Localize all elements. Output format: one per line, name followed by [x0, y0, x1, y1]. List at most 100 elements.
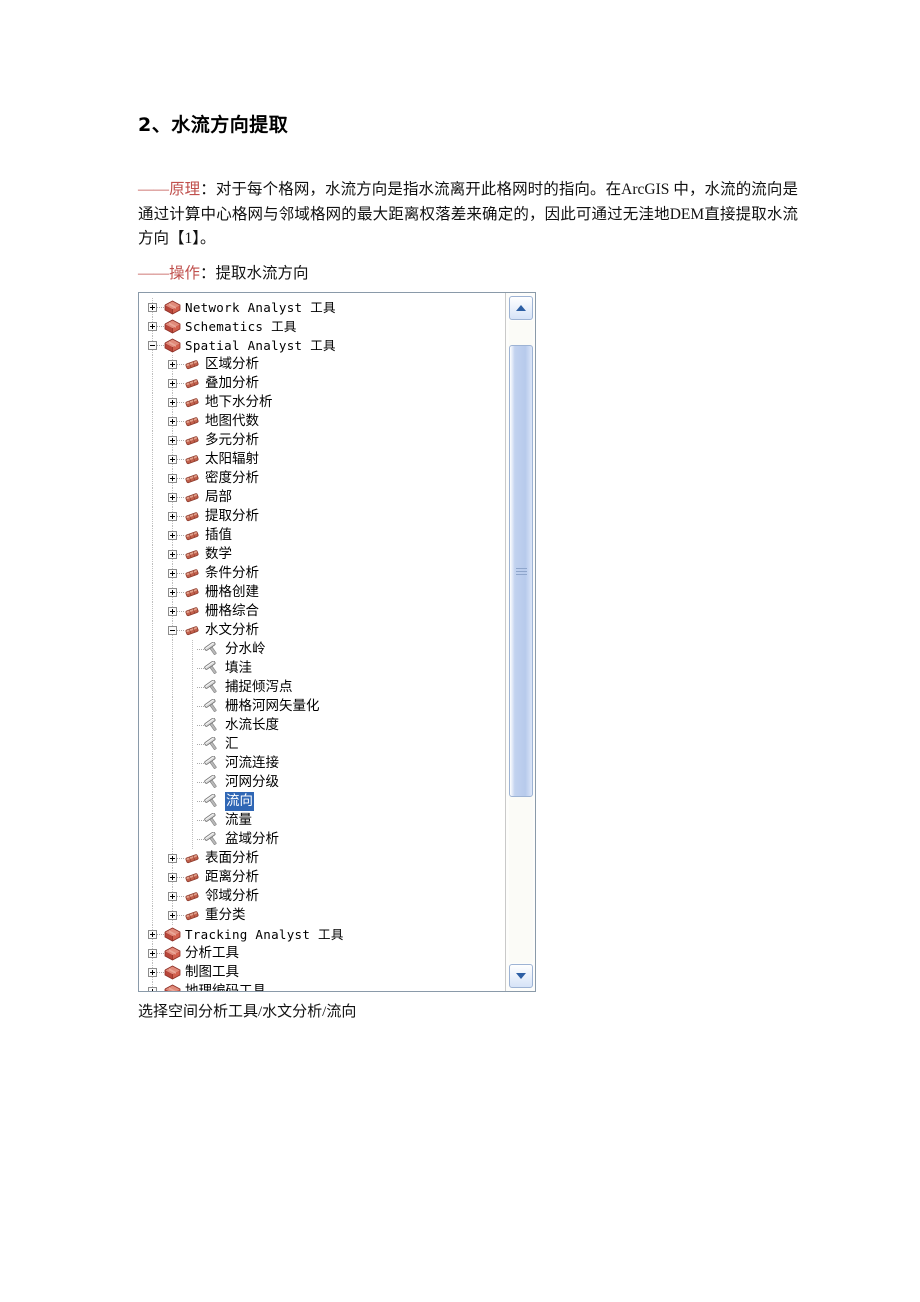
tree-row[interactable]: Spatial Analyst 工具 [139, 336, 506, 355]
expand-plus-icon[interactable] [168, 854, 177, 863]
tree-row[interactable]: 流量 [139, 811, 506, 830]
tree-item-label[interactable]: 河网分级 [225, 773, 279, 792]
tree-row[interactable]: 分水岭 [139, 640, 506, 659]
tree-item-label[interactable]: 填洼 [225, 659, 252, 678]
tree-item-label[interactable]: 栅格河网矢量化 [225, 697, 320, 716]
tree-row[interactable]: 表面分析 [139, 849, 506, 868]
expand-plus-icon[interactable] [168, 607, 177, 616]
tree-row[interactable]: 密度分析 [139, 469, 506, 488]
tree-item-label[interactable]: 重分类 [205, 906, 246, 925]
tree-item-label[interactable]: 地理编码工具 [185, 982, 266, 991]
expand-plus-icon[interactable] [148, 930, 157, 939]
tree-item-label[interactable]: 太阳辐射 [205, 450, 259, 469]
expand-plus-icon[interactable] [168, 873, 177, 882]
expand-plus-icon[interactable] [168, 911, 177, 920]
arctoolbox-panel[interactable]: Network Analyst 工具 Schematics 工具 Spatial A… [138, 292, 536, 992]
expand-plus-icon[interactable] [168, 493, 177, 502]
expand-plus-icon[interactable] [148, 303, 157, 312]
tree-row[interactable]: 局部 [139, 488, 506, 507]
tree-row[interactable]: 汇 [139, 735, 506, 754]
tree-item-label[interactable]: 局部 [205, 488, 232, 507]
tree-row[interactable]: 盆域分析 [139, 830, 506, 849]
tree-row[interactable]: 栅格河网矢量化 [139, 697, 506, 716]
tree-row[interactable]: 分析工具 [139, 944, 506, 963]
expand-plus-icon[interactable] [168, 550, 177, 559]
expand-plus-icon[interactable] [168, 417, 177, 426]
tree-row[interactable]: 叠加分析 [139, 374, 506, 393]
tree-item-label[interactable]: 分析工具 [185, 944, 239, 963]
tree-item-label[interactable]: 条件分析 [205, 564, 259, 583]
scrollbar-thumb[interactable] [509, 345, 533, 797]
tree-item-label[interactable]: 叠加分析 [205, 374, 259, 393]
tree-item-label[interactable]: 河流连接 [225, 754, 279, 773]
expand-plus-icon[interactable] [148, 322, 157, 331]
tree-item-label[interactable]: 多元分析 [205, 431, 259, 450]
expand-plus-icon[interactable] [148, 949, 157, 958]
expand-plus-icon[interactable] [168, 474, 177, 483]
collapse-minus-icon[interactable] [148, 341, 157, 350]
tree-row[interactable]: 水文分析 [139, 621, 506, 640]
expand-plus-icon[interactable] [168, 455, 177, 464]
tree-row[interactable]: 流向 [139, 792, 506, 811]
tree-item-label[interactable]: 密度分析 [205, 469, 259, 488]
tree-item-label[interactable]: 分水岭 [225, 640, 266, 659]
tree-item-label[interactable]: Schematics 工具 [185, 317, 297, 336]
tree-row[interactable]: 太阳辐射 [139, 450, 506, 469]
tree-row[interactable]: Schematics 工具 [139, 317, 506, 336]
tree-item-label[interactable]: Spatial Analyst 工具 [185, 336, 336, 355]
tree-row[interactable]: 提取分析 [139, 507, 506, 526]
tree-item-label[interactable]: 盆域分析 [225, 830, 279, 849]
tree-item-label[interactable]: Tracking Analyst 工具 [185, 925, 344, 944]
expand-plus-icon[interactable] [168, 379, 177, 388]
tree-item-label[interactable]: 数学 [205, 545, 232, 564]
expand-plus-icon[interactable] [168, 569, 177, 578]
tree-row[interactable]: 水流长度 [139, 716, 506, 735]
expand-plus-icon[interactable] [168, 360, 177, 369]
tree-item-label[interactable]: 栅格综合 [205, 602, 259, 621]
expand-plus-icon[interactable] [148, 968, 157, 977]
tree-item-label[interactable]: 提取分析 [205, 507, 259, 526]
tree-row[interactable]: 插值 [139, 526, 506, 545]
tree-item-label[interactable]: 栅格创建 [205, 583, 259, 602]
vertical-scrollbar[interactable] [505, 293, 535, 991]
tree-row[interactable]: 地图代数 [139, 412, 506, 431]
tree-item-label[interactable]: 地图代数 [205, 412, 259, 431]
tree-row[interactable]: 邻域分析 [139, 887, 506, 906]
tree-row[interactable]: 条件分析 [139, 564, 506, 583]
tree-item-label[interactable]: 汇 [225, 735, 239, 754]
tree-item-label[interactable]: 邻域分析 [205, 887, 259, 906]
tree-row[interactable]: Tracking Analyst 工具 [139, 925, 506, 944]
expand-plus-icon[interactable] [168, 512, 177, 521]
expand-plus-icon[interactable] [148, 987, 157, 991]
tree-item-label[interactable]: 插值 [205, 526, 232, 545]
tree-row[interactable]: 数学 [139, 545, 506, 564]
scroll-down-arrow-icon[interactable] [509, 964, 533, 988]
expand-plus-icon[interactable] [168, 892, 177, 901]
toolbox-tree[interactable]: Network Analyst 工具 Schematics 工具 Spatial A… [139, 293, 506, 991]
tree-item-label[interactable]: 捕捉倾泻点 [225, 678, 293, 697]
tree-item-label[interactable]: 表面分析 [205, 849, 259, 868]
tree-row[interactable]: 河流连接 [139, 754, 506, 773]
tree-item-label[interactable]: 区域分析 [205, 355, 259, 374]
scroll-up-arrow-icon[interactable] [509, 296, 533, 320]
tree-row[interactable]: 地下水分析 [139, 393, 506, 412]
expand-plus-icon[interactable] [168, 588, 177, 597]
tree-item-label[interactable]: 流量 [225, 811, 252, 830]
tree-row[interactable]: 重分类 [139, 906, 506, 925]
tree-row[interactable]: 栅格创建 [139, 583, 506, 602]
tree-item-label[interactable]: 制图工具 [185, 963, 239, 982]
tree-row[interactable]: 填洼 [139, 659, 506, 678]
tree-row[interactable]: 距离分析 [139, 868, 506, 887]
tree-row[interactable]: 区域分析 [139, 355, 506, 374]
expand-plus-icon[interactable] [168, 436, 177, 445]
tree-item-label[interactable]: Network Analyst 工具 [185, 298, 336, 317]
collapse-minus-icon[interactable] [168, 626, 177, 635]
tree-row[interactable]: 地理编码工具 [139, 982, 506, 991]
tree-item-label[interactable]: 水文分析 [205, 621, 259, 640]
expand-plus-icon[interactable] [168, 398, 177, 407]
tree-item-label-selected[interactable]: 流向 [225, 792, 254, 811]
tree-row[interactable]: 捕捉倾泻点 [139, 678, 506, 697]
tree-row[interactable]: Network Analyst 工具 [139, 298, 506, 317]
tree-row[interactable]: 多元分析 [139, 431, 506, 450]
tree-row[interactable]: 河网分级 [139, 773, 506, 792]
